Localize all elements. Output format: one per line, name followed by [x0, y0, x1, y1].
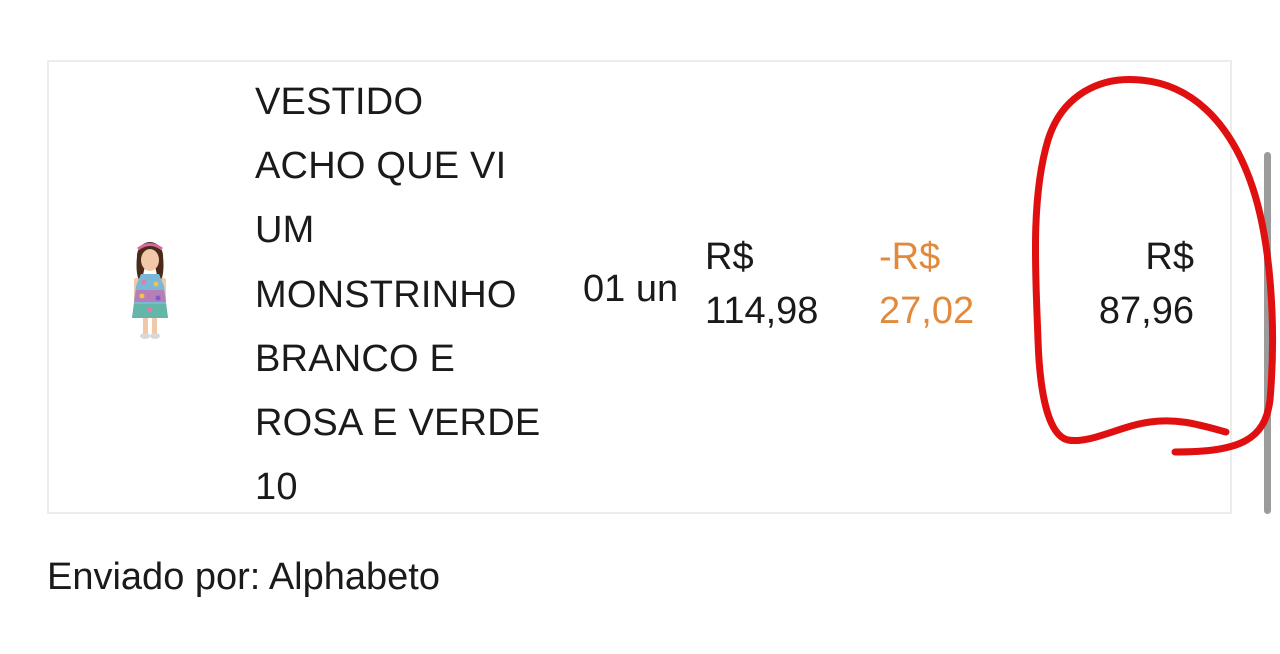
discount-amount: 27,02 [879, 290, 975, 332]
product-name-line: UM [255, 209, 315, 252]
product-name-line: BRANCO E [255, 337, 456, 380]
unit-price-amount: 114,98 [705, 290, 819, 332]
unit-price: R$ 114,98 [705, 230, 818, 338]
total-price: R$ 87,96 [1099, 230, 1194, 338]
product-name-line: ACHO QUE VI [255, 145, 507, 188]
product-name-line: 10 [255, 466, 298, 509]
sender-info: Enviado por: Alphabeto [47, 556, 440, 598]
scrollbar[interactable] [1264, 152, 1271, 514]
product-image[interactable] [112, 232, 188, 344]
discount-currency: -R$ [879, 236, 941, 278]
unit-price-currency: R$ [705, 236, 754, 278]
product-name-line: MONSTRINHO [255, 273, 517, 316]
total-price-currency: R$ [1145, 236, 1194, 278]
product-name-line: VESTIDO [255, 81, 424, 123]
product-name[interactable]: VESTIDO ACHO QUE VI UM MONSTRINHO BRANCO… [255, 70, 585, 519]
order-item-page: VESTIDO ACHO QUE VI UM MONSTRINHO BRANCO… [0, 0, 1280, 654]
quantity: 01 un [583, 268, 679, 310]
total-price-amount: 87,96 [1098, 290, 1194, 332]
product-name-line: ROSA E VERDE [255, 402, 541, 445]
discount: -R$ 27,02 [879, 230, 974, 338]
